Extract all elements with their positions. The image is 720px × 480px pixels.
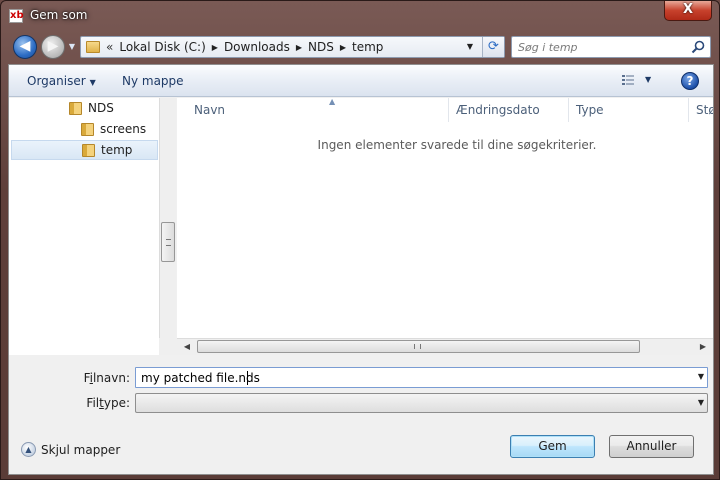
tree-item-label: NDS bbox=[88, 101, 114, 115]
breadcrumb-label[interactable]: NDS bbox=[308, 40, 334, 54]
chevron-right-icon[interactable]: ▶ bbox=[296, 43, 302, 52]
tree-scrollbar[interactable] bbox=[159, 98, 176, 355]
back-button[interactable]: ◀ bbox=[13, 35, 37, 59]
chevron-right-icon[interactable]: ▶ bbox=[340, 43, 346, 52]
refresh-icon[interactable]: ⟳ bbox=[482, 37, 504, 57]
text-caret bbox=[247, 371, 248, 385]
chevron-down-icon[interactable]: ▼ bbox=[645, 75, 651, 84]
filetype-label: Filtype: bbox=[69, 396, 130, 410]
breadcrumb-item[interactable]: NDS ▶ bbox=[308, 40, 352, 54]
grip-icon bbox=[414, 344, 421, 349]
app-icon: xb bbox=[9, 9, 24, 23]
navigation-pane: NDS screens temp bbox=[9, 98, 159, 355]
tree-item-nds[interactable]: NDS bbox=[69, 98, 114, 118]
new-folder-button[interactable]: Ny mappe bbox=[122, 74, 184, 88]
folder-icon bbox=[69, 101, 82, 115]
address-bar[interactable]: « Lokal Disk (C:) ▶ Downloads ▶ NDS ▶ te… bbox=[80, 36, 505, 58]
tree-item-label: temp bbox=[101, 143, 133, 157]
organise-label[interactable]: Organiser bbox=[27, 74, 86, 88]
breadcrumb-item[interactable]: temp bbox=[352, 40, 389, 54]
recent-pages-button[interactable]: ▼ bbox=[67, 41, 77, 53]
column-header-type[interactable]: Type bbox=[569, 98, 689, 122]
scroll-left-icon[interactable]: ◀ bbox=[180, 340, 194, 354]
filename-field[interactable]: my patched file.nds ▼ bbox=[135, 367, 708, 388]
folder-icon bbox=[82, 143, 95, 157]
hide-folders-toggle[interactable]: ▲ Skjul mapper bbox=[21, 442, 120, 457]
filename-label: Filnavn: bbox=[69, 371, 130, 385]
title-bar[interactable]: xb Gem som X bbox=[1, 1, 719, 31]
column-header-name[interactable]: Navn ▲ bbox=[187, 98, 449, 122]
column-header-label: Navn bbox=[194, 103, 226, 117]
horizontal-scrollbar[interactable]: ◀ ▶ bbox=[177, 338, 713, 355]
file-list[interactable]: Navn ▲ Ændringsdato Type Størrelse Ingen… bbox=[177, 98, 713, 355]
view-options-icon[interactable] bbox=[621, 74, 635, 88]
grip-icon bbox=[166, 239, 171, 246]
breadcrumb-item[interactable]: Lokal Disk (C:) ▶ bbox=[119, 40, 224, 54]
breadcrumb-label[interactable]: temp bbox=[352, 40, 383, 54]
window-title: Gem som bbox=[30, 8, 88, 22]
chevron-down-icon[interactable]: ▼ bbox=[698, 372, 704, 381]
scrollbar-thumb[interactable] bbox=[197, 340, 640, 353]
folder-icon bbox=[81, 122, 94, 136]
column-header-size[interactable]: Størrelse bbox=[689, 98, 713, 122]
empty-list-message: Ingen elementer svarede til dine søgekri… bbox=[317, 138, 597, 152]
sort-ascending-icon: ▲ bbox=[329, 98, 336, 106]
folder-icon bbox=[86, 41, 100, 53]
save-as-dialog: xb Gem som X ◀ ▶ ▼ « Lokal Disk (C:) ▶ D… bbox=[0, 0, 720, 480]
command-bar: Organiser ▼ Ny mappe ▼ ? bbox=[9, 65, 713, 97]
breadcrumb-label[interactable]: Downloads bbox=[224, 40, 290, 54]
forward-button[interactable]: ▶ bbox=[41, 35, 65, 59]
close-button[interactable]: X bbox=[664, 1, 712, 21]
search-input[interactable] bbox=[518, 39, 683, 55]
chevron-right-icon[interactable]: ▶ bbox=[212, 43, 218, 52]
chevron-down-icon[interactable]: ▼ bbox=[698, 398, 704, 407]
label-part: Fil bbox=[86, 396, 100, 410]
scrollbar-corner bbox=[159, 338, 177, 355]
tree-item-temp[interactable]: temp bbox=[11, 140, 158, 160]
filename-value[interactable]: my patched file.nds bbox=[141, 371, 671, 385]
address-dropdown-icon[interactable]: ▼ bbox=[462, 39, 478, 55]
organise-menu[interactable]: Organiser ▼ bbox=[27, 74, 96, 88]
filetype-select[interactable]: ▼ bbox=[135, 393, 708, 413]
tree-item-label: screens bbox=[100, 122, 147, 136]
breadcrumb-overflow[interactable]: « bbox=[106, 40, 113, 54]
save-button[interactable]: Gem bbox=[510, 435, 595, 458]
scrollbar-thumb[interactable] bbox=[161, 222, 175, 262]
label-part: ype: bbox=[103, 396, 130, 410]
help-button[interactable]: ? bbox=[681, 72, 699, 90]
chevron-up-icon[interactable]: ▲ bbox=[21, 442, 36, 457]
column-header-date[interactable]: Ændringsdato bbox=[449, 98, 569, 122]
label-part: lnavn: bbox=[92, 371, 130, 385]
cancel-button[interactable]: Annuller bbox=[609, 435, 694, 458]
search-box[interactable] bbox=[511, 36, 711, 58]
chevron-down-icon[interactable]: ▼ bbox=[90, 78, 96, 87]
breadcrumb-label[interactable]: Lokal Disk (C:) bbox=[119, 40, 205, 54]
dialog-body: Organiser ▼ Ny mappe ▼ ? NDS screens tem… bbox=[8, 64, 714, 475]
search-icon[interactable] bbox=[690, 39, 706, 55]
tree-item-screens[interactable]: screens bbox=[81, 119, 146, 139]
hide-folders-label[interactable]: Skjul mapper bbox=[41, 443, 120, 457]
scroll-right-icon[interactable]: ▶ bbox=[696, 340, 710, 354]
breadcrumb-item[interactable]: Downloads ▶ bbox=[224, 40, 308, 54]
